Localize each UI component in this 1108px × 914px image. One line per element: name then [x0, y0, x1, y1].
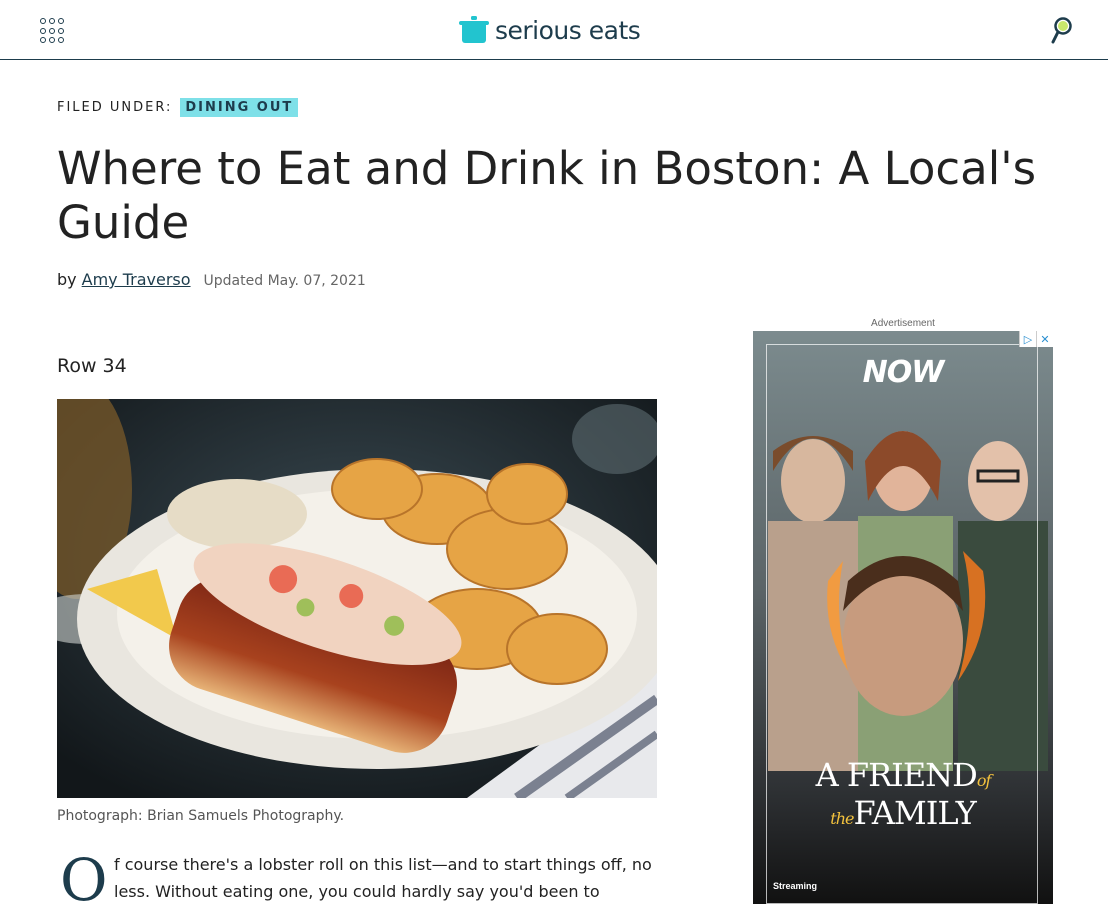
pot-icon — [459, 16, 489, 43]
logo-text: serious eats — [495, 15, 641, 45]
ad-controls: ▷ ✕ — [1019, 331, 1053, 347]
adchoices-icon[interactable]: ▷ — [1019, 331, 1036, 347]
drop-cap: O — [60, 846, 108, 914]
grid-menu-icon[interactable] — [40, 18, 66, 44]
ad-streaming-text: Streaming — [773, 881, 818, 891]
section-heading: Row 34 — [57, 355, 127, 377]
byline: by Amy Traverso Updated May. 07, 2021 — [57, 270, 366, 289]
article-body: f course there's a lobster roll on this … — [114, 855, 652, 901]
close-icon[interactable]: ✕ — [1036, 331, 1053, 347]
ad-film-title-b: FAMILY — [853, 794, 976, 832]
author-link[interactable]: Amy Traverso — [82, 270, 191, 289]
advertisement[interactable]: ▷ ✕ NOW A FRIENDof theFAMILY Streaming — [753, 331, 1053, 904]
lobster-roll-photo — [57, 399, 657, 798]
ad-film-title: A FRIENDof theFAMILY — [753, 756, 1053, 832]
category-tag[interactable]: DINING OUT — [180, 98, 299, 117]
site-logo[interactable]: serious eats — [459, 14, 641, 46]
ad-film-title-a: A FRIEND — [815, 756, 978, 794]
ad-brand-logo: NOW — [862, 355, 945, 390]
by-label: by — [57, 270, 77, 289]
ad-label: Advertisement — [871, 318, 935, 329]
search-icon[interactable] — [1050, 16, 1074, 44]
article-title: Where to Eat and Drink in Boston: A Loca… — [57, 142, 1037, 249]
filed-under-label: FILED UNDER: — [57, 100, 173, 115]
site-header: serious eats — [0, 0, 1108, 60]
updated-date: Updated May. 07, 2021 — [203, 273, 366, 289]
photo-caption: Photograph: Brian Samuels Photography. — [57, 808, 345, 824]
filed-under: FILED UNDER: DINING OUT — [57, 98, 299, 117]
